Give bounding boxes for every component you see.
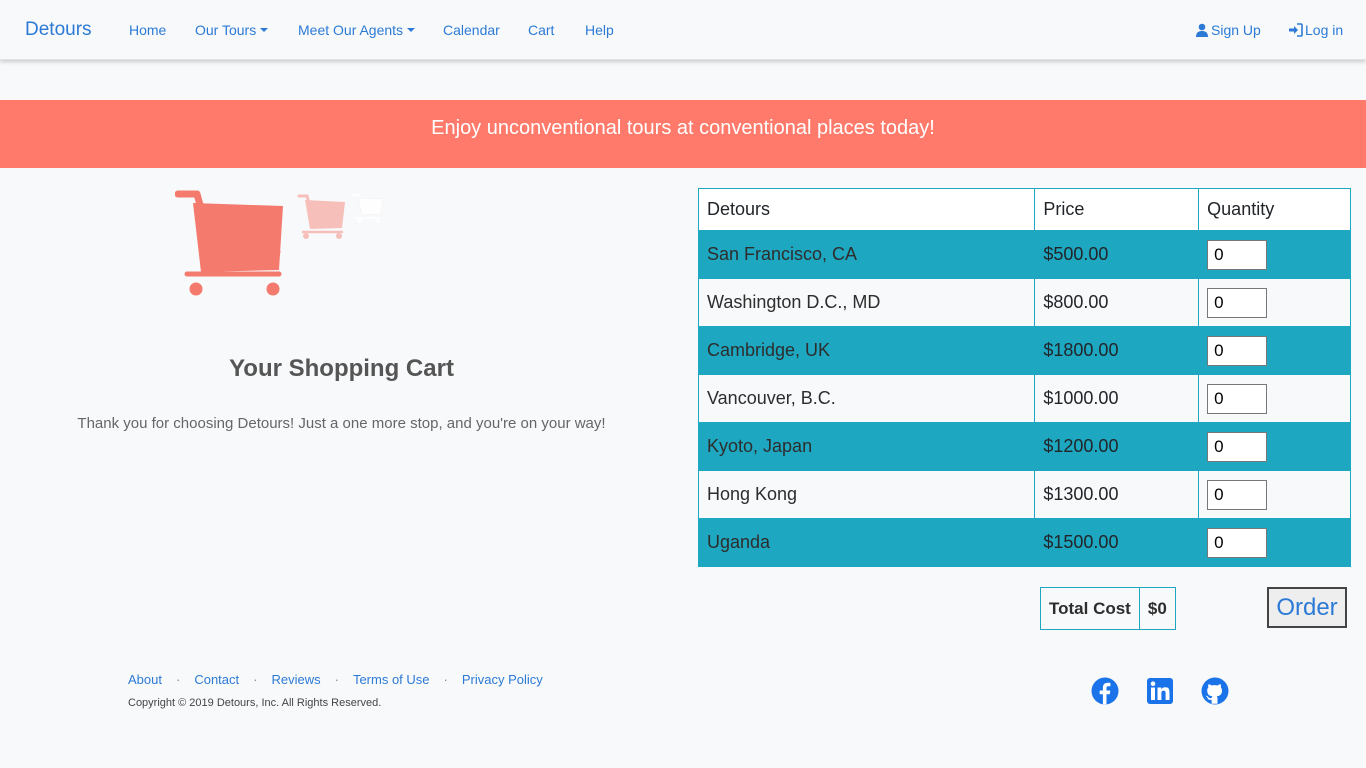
nav-calendar[interactable]: Calendar [443, 22, 500, 38]
tour-name: Kyoto, Japan [697, 422, 1036, 471]
quantity-input[interactable] [1207, 479, 1268, 510]
tour-name: San Francisco, CA [697, 230, 1036, 279]
navbar: Detours Home Our Tours Meet Our Agents C… [0, 0, 1366, 60]
copyright-text: Copyright © 2019 Detours, Inc. All Right… [128, 697, 382, 709]
tour-price: $1200.00 [1034, 422, 1200, 471]
nav-meet-agents-dropdown[interactable]: Meet Our Agents [298, 22, 416, 38]
login-label: Log in [1305, 22, 1344, 38]
brand-logo[interactable]: Detours [25, 19, 92, 41]
tour-price: $1000.00 [1034, 374, 1200, 423]
tour-price: $800.00 [1034, 278, 1200, 327]
shopping-cart-icon [175, 190, 384, 296]
linkedin-icon[interactable] [1146, 677, 1174, 705]
quantity-input[interactable] [1207, 239, 1268, 270]
tour-qty-cell [1198, 326, 1351, 375]
nav-help[interactable]: Help [585, 22, 614, 38]
user-icon [1196, 23, 1208, 37]
facebook-icon[interactable] [1091, 677, 1119, 705]
footer-privacy-link[interactable]: Privacy Policy [462, 672, 543, 687]
quantity-input[interactable] [1207, 287, 1268, 318]
footer-reviews-link[interactable]: Reviews [271, 672, 320, 687]
tour-name: Washington D.C., MD [697, 278, 1036, 327]
tour-price: $500.00 [1034, 230, 1200, 279]
table-row: Cambridge, UK $1800.00 [697, 326, 1351, 375]
sign-in-icon [1289, 23, 1303, 37]
footer-separator: · [175, 672, 181, 687]
table-row: Washington D.C., MD $800.00 [697, 278, 1351, 327]
tour-name: Cambridge, UK [697, 326, 1036, 375]
header-quantity: Quantity [1198, 188, 1351, 231]
order-button[interactable]: Order [1267, 587, 1347, 628]
signup-label: Sign Up [1211, 22, 1261, 38]
header-price: Price [1034, 188, 1200, 231]
footer-terms-link[interactable]: Terms of Use [353, 672, 430, 687]
table-row: Kyoto, Japan $1200.00 [697, 422, 1351, 471]
footer-separator: · [253, 672, 258, 687]
table-row: Hong Kong $1300.00 [697, 470, 1351, 519]
table-row: Uganda $1500.00 [697, 518, 1351, 567]
quantity-input[interactable] [1207, 431, 1268, 462]
caret-down-icon [407, 28, 416, 32]
tours-table: Detours Price Quantity San Francisco, CA… [697, 188, 1351, 567]
tour-price: $1500.00 [1034, 518, 1200, 567]
tour-price: $1300.00 [1034, 470, 1200, 519]
nav-home[interactable]: Home [129, 22, 166, 38]
total-cost-label: Total Cost [1040, 587, 1140, 630]
header-detours: Detours [697, 188, 1036, 231]
footer-separator: · [443, 672, 448, 687]
cart-title: Your Shopping Cart [229, 355, 454, 382]
tour-qty-cell [1198, 278, 1351, 327]
tour-price: $1800.00 [1034, 326, 1200, 375]
table-row: Vancouver, B.C. $1000.00 [697, 374, 1351, 423]
footer-about-link[interactable]: About [128, 672, 162, 687]
quantity-input[interactable] [1207, 335, 1268, 366]
quantity-input[interactable] [1207, 383, 1268, 414]
footer-links: About · Contact · Reviews · Terms of Use · Priva… [128, 672, 543, 687]
nav-our-tours-label: Our Tours [195, 22, 257, 38]
total-cost-box: Total Cost $0 [1040, 587, 1176, 630]
nav-cart[interactable]: Cart [528, 22, 554, 38]
github-icon[interactable] [1201, 677, 1229, 705]
table-header-row: Detours Price Quantity [697, 188, 1351, 231]
table-row: San Francisco, CA $500.00 [697, 230, 1351, 279]
tour-name: Uganda [697, 518, 1036, 567]
caret-down-icon [260, 28, 269, 32]
signup-link[interactable]: Sign Up [1195, 22, 1261, 38]
footer-contact-link[interactable]: Contact [194, 672, 239, 687]
tour-qty-cell [1198, 470, 1351, 519]
tour-name: Vancouver, B.C. [697, 374, 1036, 423]
nav-meet-agents-label: Meet Our Agents [298, 22, 404, 38]
cart-subtitle: Thank you for choosing Detours! Just a o… [77, 415, 606, 432]
footer-separator: · [334, 672, 339, 687]
banner-text: Enjoy unconventional tours at convention… [431, 117, 935, 139]
tour-qty-cell [1198, 230, 1351, 279]
tour-qty-cell [1198, 374, 1351, 423]
quantity-input[interactable] [1207, 527, 1268, 558]
login-link[interactable]: Log in [1288, 22, 1343, 38]
tour-qty-cell [1198, 518, 1351, 567]
tour-name: Hong Kong [697, 470, 1036, 519]
nav-our-tours-dropdown[interactable]: Our Tours [195, 22, 269, 38]
total-cost-value: $0 [1138, 587, 1176, 630]
tour-qty-cell [1198, 422, 1351, 471]
